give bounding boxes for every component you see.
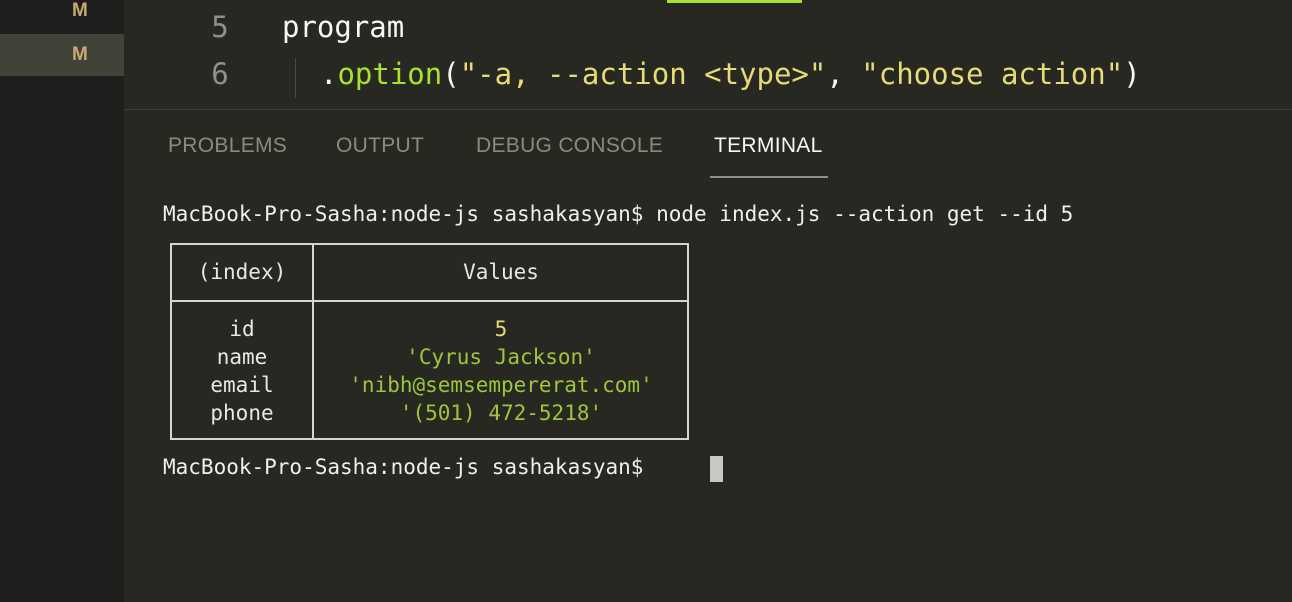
table-row-index: email [210, 373, 274, 397]
code-token-comma: , [826, 57, 862, 91]
code-line[interactable]: 6 .option("-a, --action <type>", "choose… [124, 57, 1292, 103]
explorer-sidebar: M M [0, 0, 124, 602]
code-token-function: option [337, 57, 443, 91]
table-row-value: 5 [494, 317, 508, 341]
table-header-index: (index) [197, 260, 287, 284]
git-modified-badge: M [72, 44, 88, 65]
table-row-value: 'nibh@semsempererat.com' [349, 373, 653, 397]
code-token-string: "choose action" [861, 57, 1124, 91]
code-token-paren: ) [1123, 57, 1141, 91]
code-token-string: "-a, --action <type>" [459, 57, 827, 91]
tab-terminal[interactable]: TERMINAL [714, 134, 823, 158]
terminal-cursor [710, 456, 723, 482]
git-modified-badge: M [72, 0, 88, 21]
line-number: 5 [211, 10, 229, 44]
table-divider [172, 300, 687, 302]
tab-problems[interactable]: PROBLEMS [168, 134, 287, 158]
tab-output[interactable]: OUTPUT [336, 134, 424, 158]
table-row-value: 'Cyrus Jackson' [406, 345, 596, 369]
active-tab-underline [710, 176, 828, 178]
code-editor[interactable]: 5 program 6 .option("-a, --action <type>… [124, 0, 1292, 110]
code-text: program [282, 10, 405, 44]
table-header-values: Values [463, 260, 539, 284]
explorer-item-selected[interactable]: M [0, 34, 124, 76]
table-row-index: id [229, 317, 255, 341]
code-token-paren: ( [442, 57, 460, 91]
code-line[interactable]: 5 program [124, 10, 1292, 56]
code-text: .option("-a, --action <type>", "choose a… [320, 57, 1141, 91]
table-row-value: '(501) 472-5218' [399, 401, 603, 425]
terminal-command-line: MacBook-Pro-Sasha:node-js sashakasyan$ n… [163, 202, 1074, 226]
console-table: (index) Values id 5 name 'Cyrus Jackson'… [170, 243, 689, 440]
active-tab-indicator [667, 0, 802, 3]
code-token-dot: . [320, 57, 338, 91]
table-row-index: name [216, 345, 268, 369]
explorer-item[interactable]: M [0, 0, 124, 34]
table-row-index: phone [210, 401, 274, 425]
terminal-prompt[interactable]: MacBook-Pro-Sasha:node-js sashakasyan$ [163, 455, 656, 479]
tab-debug-console[interactable]: DEBUG CONSOLE [476, 134, 663, 158]
line-number: 6 [211, 57, 229, 91]
